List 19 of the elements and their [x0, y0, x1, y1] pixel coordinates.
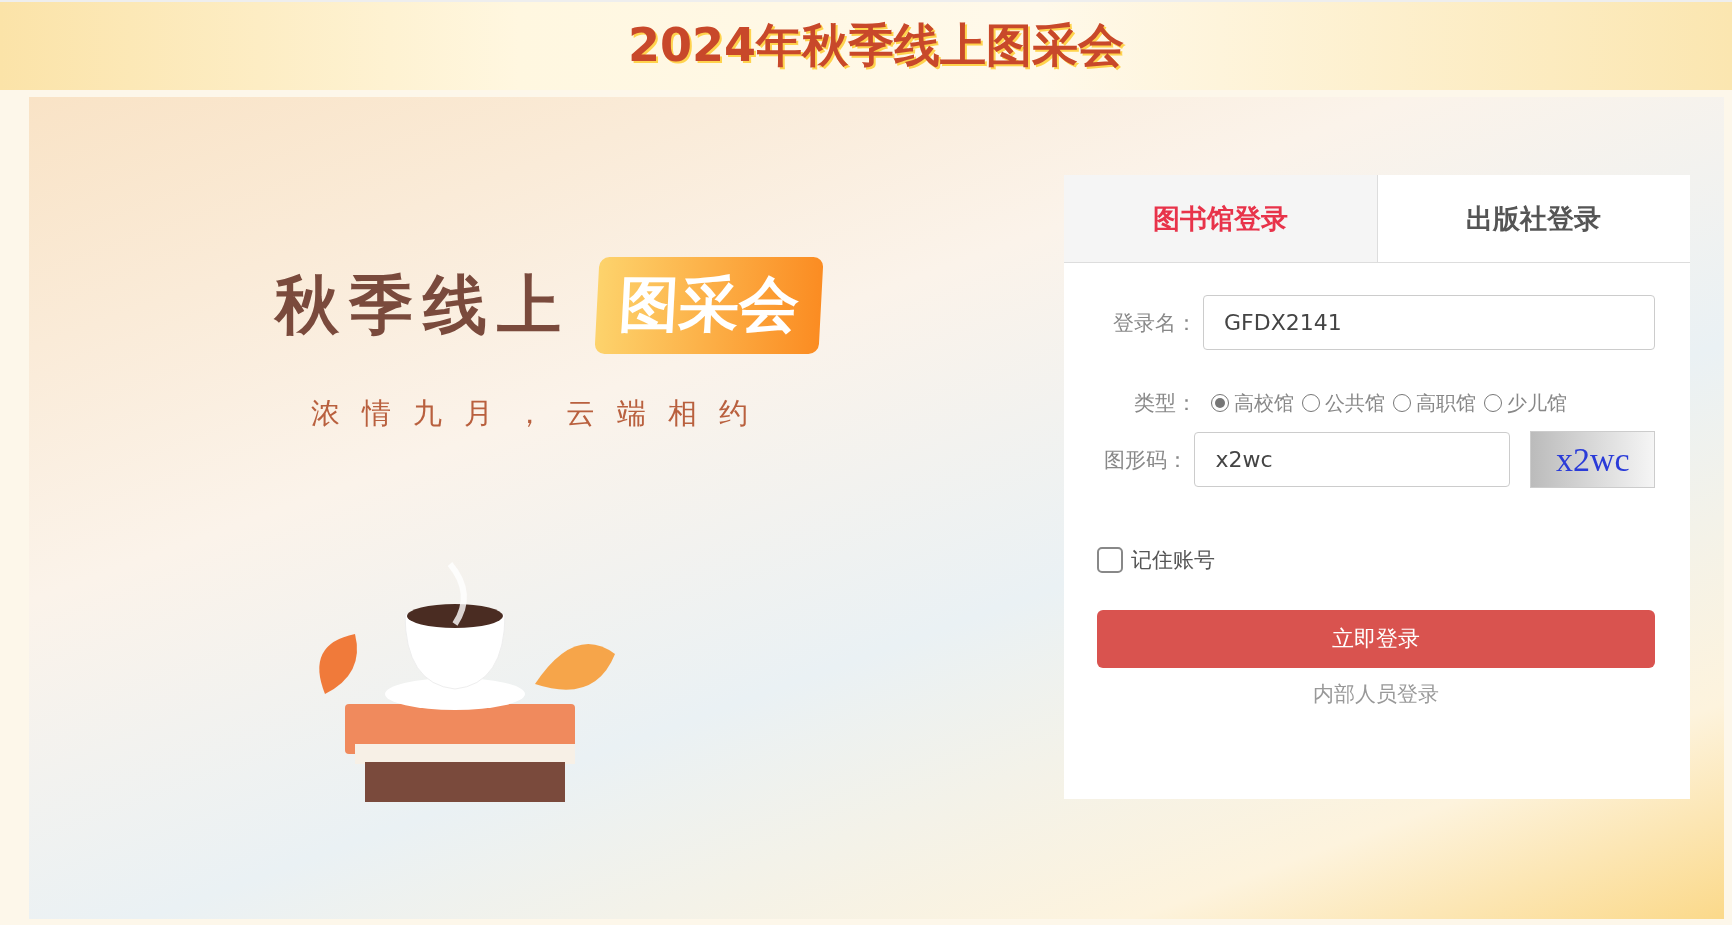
radio-label[interactable]: 高校馆 — [1234, 389, 1294, 417]
captcha-field[interactable]: x2wc — [1194, 432, 1511, 487]
hero-subtitle: 浓情九月，云端相约 — [311, 395, 771, 432]
radio-label[interactable]: 公共馆 — [1325, 389, 1385, 417]
event-title: 2024年秋季线上图采会 — [628, 17, 1124, 74]
checkbox[interactable] — [1097, 547, 1123, 573]
field-label: 类型： — [1133, 390, 1198, 417]
captcha-image[interactable]: x2wc — [1530, 431, 1655, 488]
hero-badge: 图采会 — [594, 257, 824, 354]
radio-label[interactable]: 少儿馆 — [1507, 389, 1567, 417]
field-label: 图形码： — [1103, 446, 1190, 474]
staff-login-link[interactable]: 内部人员登录 — [1313, 680, 1439, 708]
hero-title: 秋季线上 — [275, 267, 571, 344]
username-field[interactable]: GFDX2141 — [1203, 295, 1655, 350]
login-button[interactable]: 立即登录 — [1097, 610, 1655, 668]
checkbox-label[interactable]: 记住账号 — [1131, 546, 1215, 574]
login-tab[interactable]: 图书馆登录 — [1064, 175, 1378, 262]
field-label: 登录名： — [1112, 309, 1198, 337]
radio-label[interactable]: 高职馆 — [1416, 389, 1476, 417]
